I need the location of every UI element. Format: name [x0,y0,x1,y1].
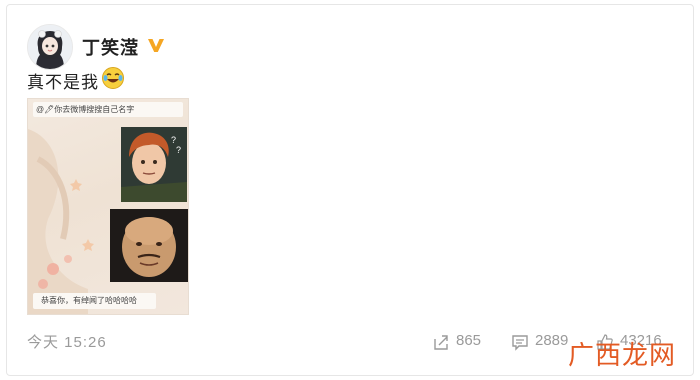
meme-face-photo-2 [110,209,188,282]
meme-face-photo-1: ? ? [121,127,187,202]
laughing-tears-emoji-icon [101,66,125,90]
svg-text:?: ? [176,145,181,155]
share-count: 865 [456,332,482,349]
verified-badge-icon [147,36,165,54]
username[interactable]: 丁笑滢 [82,34,139,60]
comment-count: 2889 [535,332,569,349]
post-image[interactable]: @🖊你去微博搜搜自己名字 ? ? 恭喜你，有绰闻了哈哈哈哈 [27,98,189,315]
post-timestamp[interactable]: 今天 15:26 [27,331,107,352]
share-icon [432,333,450,351]
svg-text:?: ? [171,135,176,145]
comment-icon [511,333,529,351]
post-text: 真不是我 [27,73,99,92]
meme-bottom-caption: 恭喜你，有绰闻了哈哈哈哈 [33,293,156,309]
avatar[interactable] [27,24,73,70]
meme-top-caption: @🖊你去微博搜搜自己名字 [33,102,183,117]
watermark: 广西龙网 [568,341,677,371]
